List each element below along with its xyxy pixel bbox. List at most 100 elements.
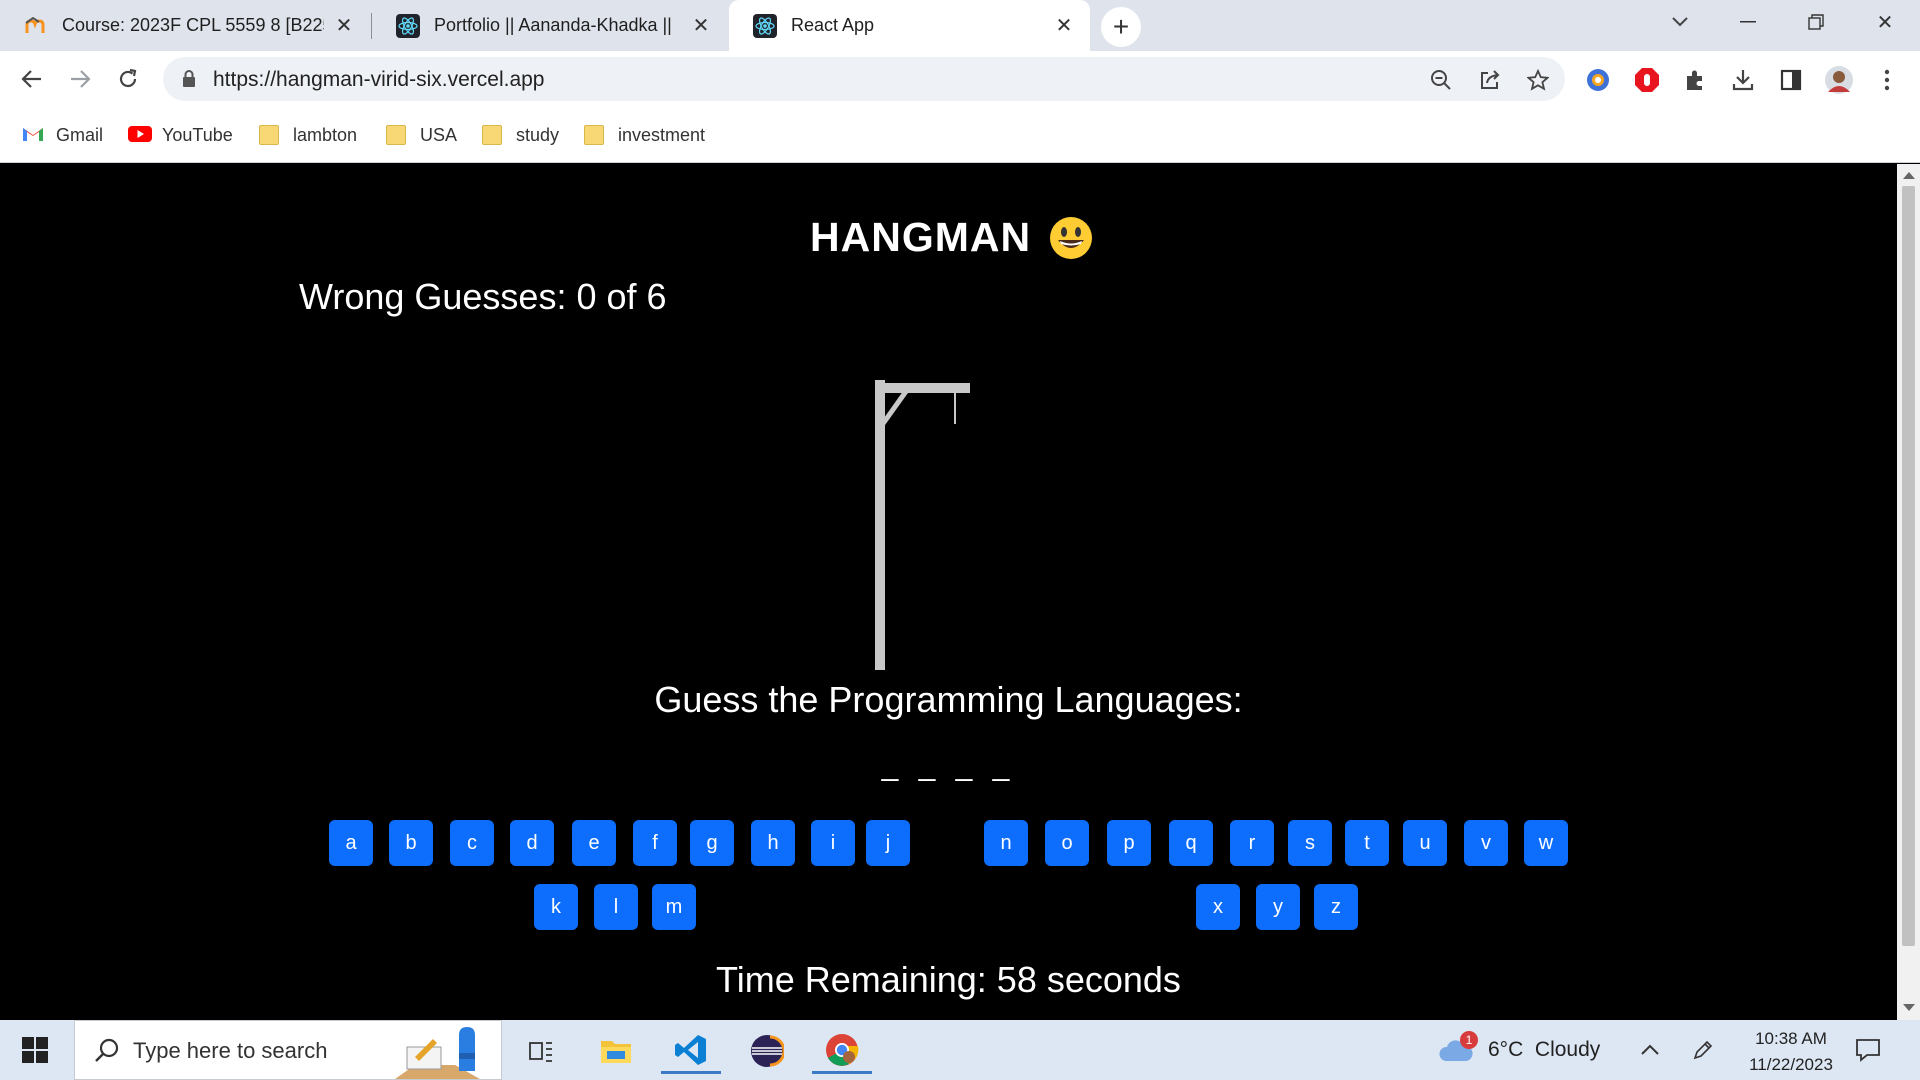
key-s[interactable]: s [1288, 820, 1332, 866]
tab-search-icon[interactable] [1650, 0, 1710, 44]
bookmark-label: study [516, 124, 560, 145]
key-c[interactable]: c [450, 820, 494, 866]
key-n[interactable]: n [984, 820, 1028, 866]
restore-icon[interactable] [1786, 0, 1846, 44]
menu-kebab-icon[interactable] [1872, 65, 1902, 95]
search-placeholder: Type here to search [133, 1038, 328, 1063]
bookmark-label: USA [420, 124, 458, 145]
bookmark-youtube[interactable]: YouTube [128, 121, 233, 149]
bookmarks-bar: Gmail YouTube lambton USA study investme… [0, 107, 1920, 163]
key-x[interactable]: x [1196, 884, 1240, 930]
notifications-icon[interactable] [1855, 1020, 1881, 1080]
close-tab-icon[interactable]: ✕ [689, 14, 713, 38]
clock-time: 10:38 AM [1755, 1029, 1827, 1048]
youtube-icon [128, 125, 152, 145]
key-a[interactable]: a [329, 820, 373, 866]
search-highlight-art-icon [395, 1027, 480, 1079]
key-i[interactable]: i [811, 820, 855, 866]
windows-start-icon[interactable] [12, 1034, 58, 1066]
tab-react-app[interactable]: React App ✕ [729, 0, 1090, 51]
tab-title: React App [791, 15, 875, 35]
weather-widget[interactable]: 1 6°C Cloudy [1438, 1020, 1600, 1080]
key-y[interactable]: y [1256, 884, 1300, 930]
close-window-icon[interactable]: ✕ [1855, 0, 1915, 44]
extension-blue-icon[interactable] [1583, 65, 1613, 95]
file-explorer-icon[interactable] [586, 1028, 646, 1074]
bookmark-folder-investment[interactable]: investment [584, 121, 705, 149]
new-tab-button[interactable]: + [1101, 7, 1141, 47]
bookmark-folder-usa[interactable]: USA [386, 121, 457, 149]
scroll-up-arrow-icon[interactable] [1903, 172, 1915, 179]
key-g[interactable]: g [690, 820, 734, 866]
task-view-icon[interactable] [511, 1028, 571, 1074]
vscode-icon[interactable] [661, 1028, 721, 1074]
tab-course[interactable]: Course: 2023F CPL 5559 8 [B225 ✕ [0, 0, 370, 51]
close-tab-icon[interactable]: ✕ [332, 14, 356, 38]
hangman-page: HANGMAN Wrong Guesses: 0 of 6 Guess the … [0, 164, 1897, 1020]
pen-icon[interactable] [1692, 1020, 1714, 1080]
adblock-icon[interactable] [1632, 65, 1662, 95]
folder-icon [584, 125, 604, 145]
minimize-icon[interactable] [1718, 0, 1778, 44]
key-z[interactable]: z [1314, 884, 1358, 930]
gallows-drawing [875, 380, 970, 670]
key-v[interactable]: v [1464, 820, 1508, 866]
taskbar-clock[interactable]: 10:38 AM 11/22/2023 [1738, 1026, 1844, 1078]
bookmark-folder-study[interactable]: study [482, 121, 559, 149]
key-b[interactable]: b [389, 820, 433, 866]
show-hidden-icons-chevron-icon[interactable] [1640, 1020, 1660, 1080]
key-q[interactable]: q [1169, 820, 1213, 866]
weather-text: 6°C Cloudy [1488, 1038, 1601, 1061]
weather-badge: 1 [1460, 1031, 1478, 1049]
tab-title: Course: 2023F CPL 5559 8 [B225 [62, 15, 324, 35]
key-f[interactable]: f [633, 820, 677, 866]
eclipse-icon[interactable] [737, 1028, 797, 1074]
forward-icon[interactable] [62, 61, 98, 97]
key-w[interactable]: w [1524, 820, 1568, 866]
chrome-icon[interactable] [812, 1028, 872, 1074]
key-t[interactable]: t [1345, 820, 1389, 866]
scroll-down-arrow-icon[interactable] [1903, 1004, 1915, 1011]
scroll-thumb[interactable] [1902, 186, 1915, 946]
address-bar[interactable]: https://hangman-virid-six.vercel.app [163, 57, 1565, 101]
key-m[interactable]: m [652, 884, 696, 930]
url-text: https://hangman-virid-six.vercel.app [213, 68, 545, 91]
bookmark-label: lambton [293, 124, 358, 145]
bookmark-star-icon[interactable] [1525, 67, 1551, 93]
page-scrollbar[interactable] [1897, 164, 1920, 1020]
bookmark-gmail[interactable]: Gmail [22, 121, 103, 149]
key-d[interactable]: d [510, 820, 554, 866]
key-j[interactable]: j [866, 820, 910, 866]
back-icon[interactable] [14, 61, 50, 97]
extensions-puzzle-icon[interactable] [1680, 65, 1710, 95]
zoom-icon[interactable] [1428, 67, 1454, 93]
key-r[interactable]: r [1230, 820, 1274, 866]
share-icon[interactable] [1477, 67, 1503, 93]
bookmark-folder-lambton[interactable]: lambton [259, 121, 357, 149]
key-o[interactable]: o [1045, 820, 1089, 866]
key-k[interactable]: k [534, 884, 578, 930]
key-l[interactable]: l [594, 884, 638, 930]
gallows-beam [875, 383, 970, 393]
folder-icon [482, 125, 502, 145]
reload-icon[interactable] [110, 61, 146, 97]
browser-toolbar: https://hangman-virid-six.vercel.app [0, 51, 1920, 107]
title-text: HANGMAN [810, 214, 1032, 260]
close-tab-icon[interactable]: ✕ [1052, 14, 1076, 38]
key-u[interactable]: u [1403, 820, 1447, 866]
side-panel-icon[interactable] [1776, 65, 1806, 95]
windows-taskbar: Type here to search 1 6°C Cloudy 10:38 A… [0, 1020, 1920, 1080]
key-p[interactable]: p [1107, 820, 1151, 866]
profile-avatar[interactable] [1824, 65, 1854, 95]
key-h[interactable]: h [751, 820, 795, 866]
tab-title: Portfolio || Aananda-Khadka || [434, 15, 672, 35]
taskbar-search-box[interactable]: Type here to search [74, 1020, 502, 1080]
tab-portfolio[interactable]: Portfolio || Aananda-Khadka || ✕ [372, 0, 727, 51]
download-icon[interactable] [1728, 65, 1758, 95]
cloudy-weather-icon: 1 [1438, 1031, 1478, 1065]
bookmark-label: YouTube [162, 124, 233, 145]
moodle-icon [24, 14, 48, 38]
page-title: HANGMAN [810, 214, 1093, 261]
key-e[interactable]: e [572, 820, 616, 866]
bookmark-label: investment [618, 124, 706, 145]
